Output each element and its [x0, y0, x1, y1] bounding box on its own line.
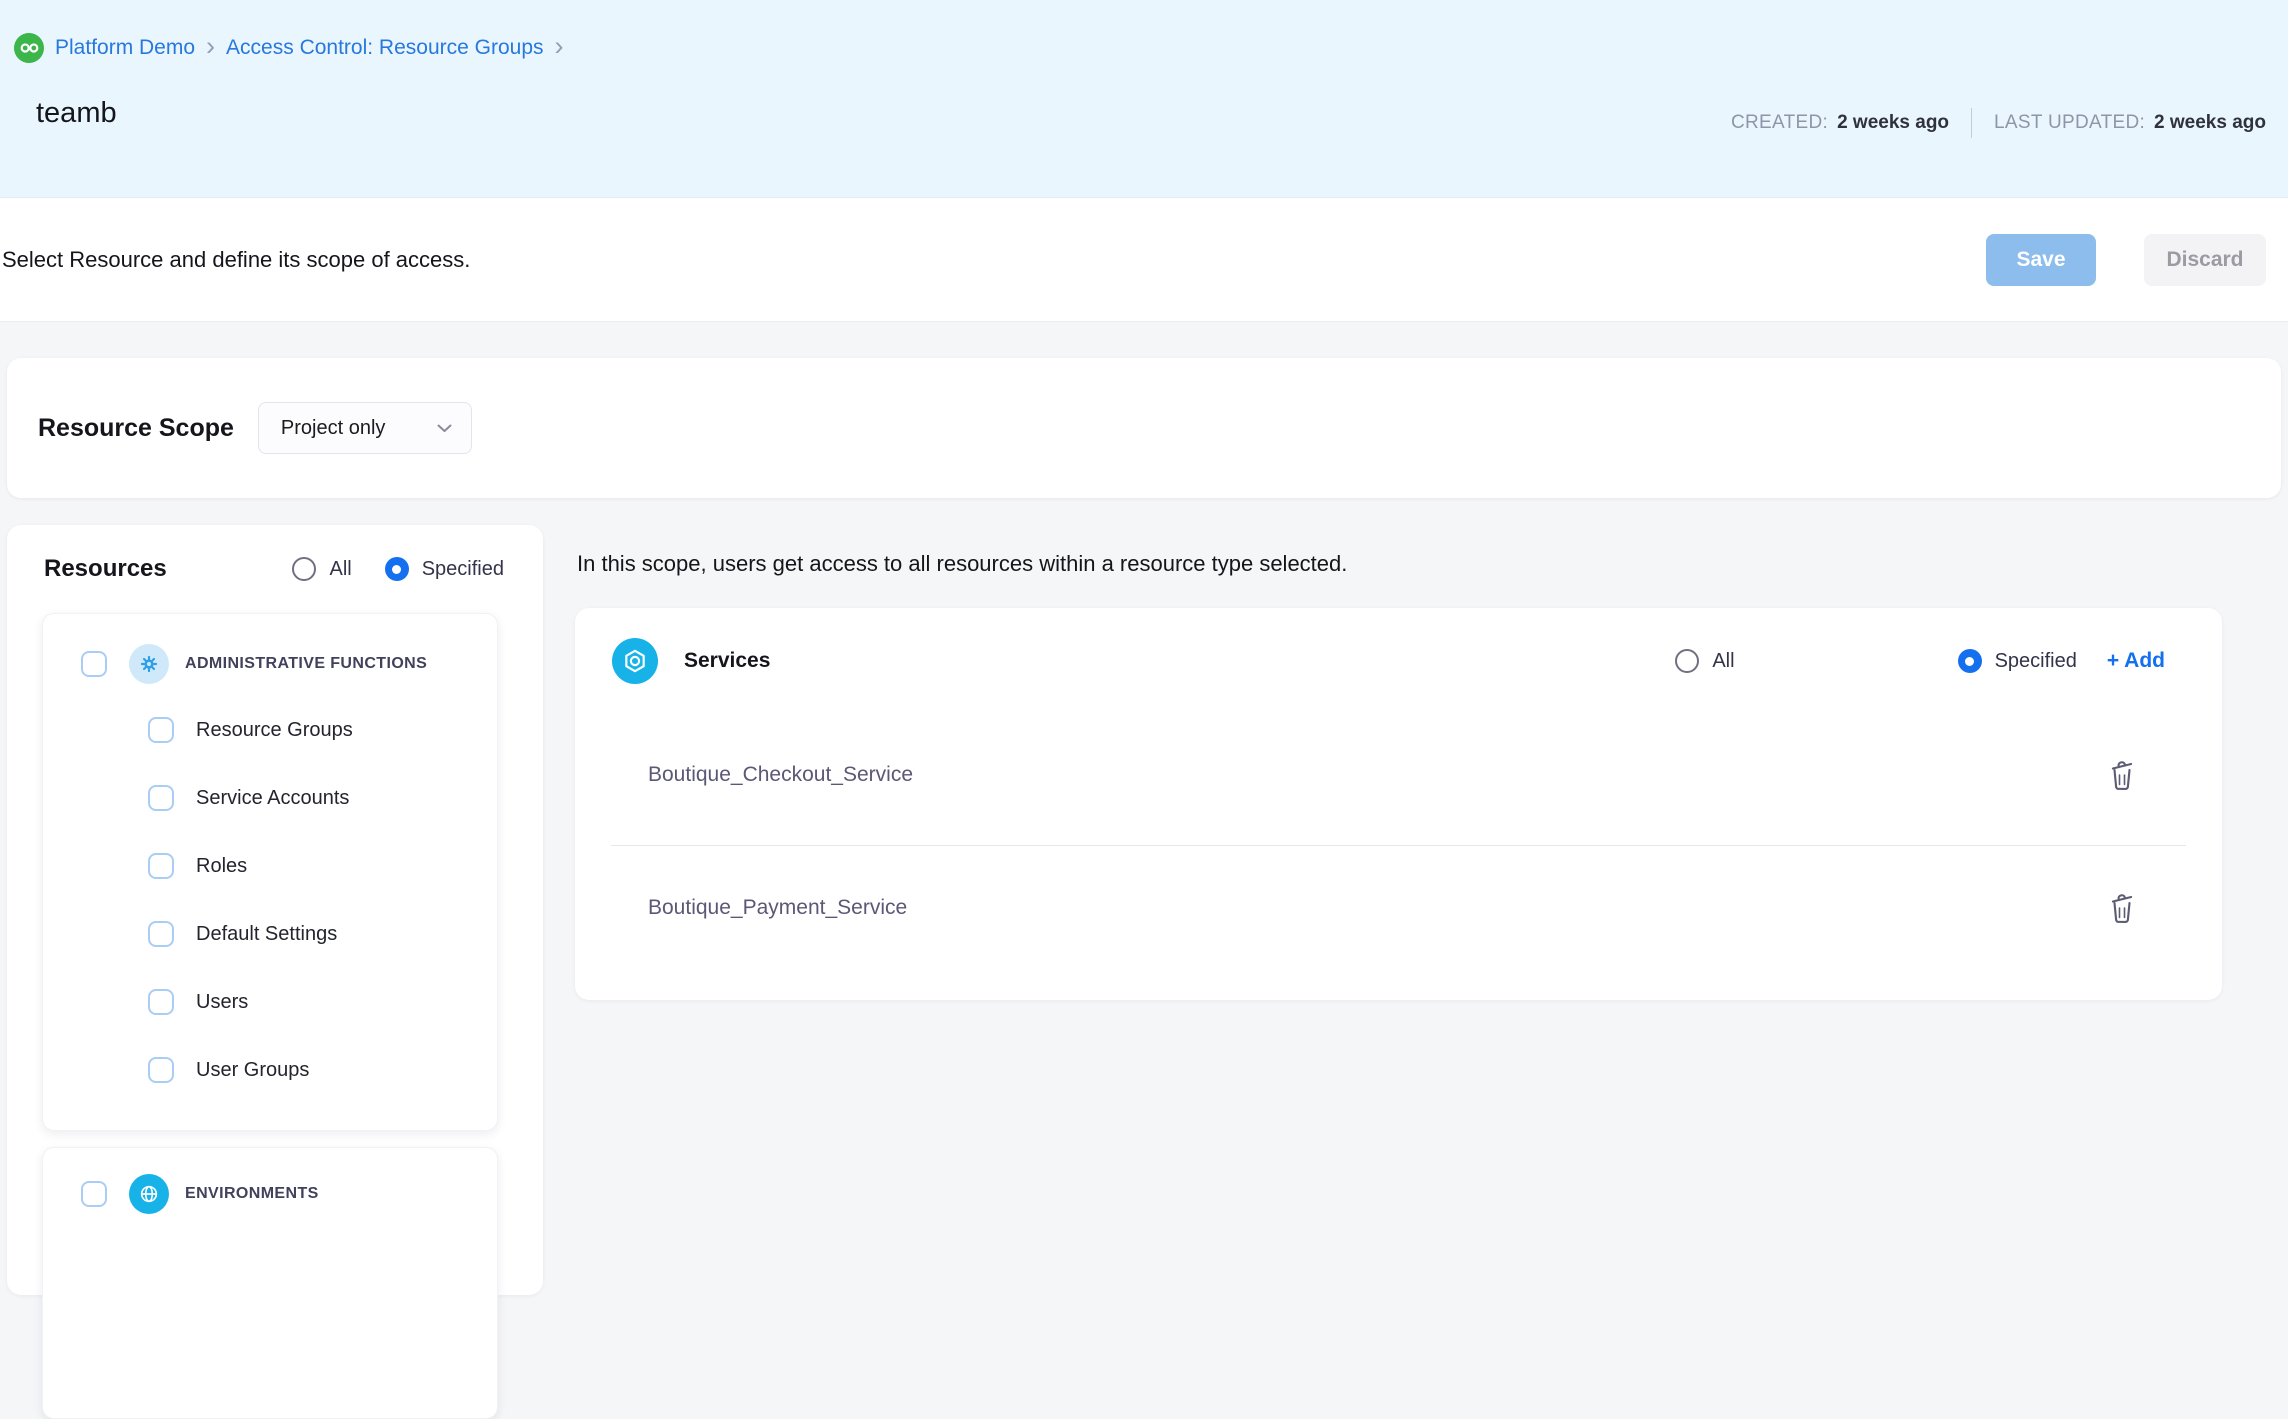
- resources-panel: Resources All Specified ADMINISTRATIV: [7, 525, 543, 1295]
- services-card-header: Services All Specified + Add: [575, 608, 2222, 684]
- resource-scope-label: Resource Scope: [38, 414, 234, 443]
- services-list: Boutique_Checkout_Service Boutique_Payme…: [575, 704, 2222, 970]
- page-title: teamb: [36, 97, 117, 130]
- resource-item-label: Default Settings: [196, 923, 337, 946]
- scope-note: In this scope, users get access to all r…: [577, 551, 1347, 577]
- meta-divider: [1971, 108, 1972, 138]
- services-all-label: All: [1712, 650, 1734, 673]
- service-name: Boutique_Checkout_Service: [648, 763, 913, 787]
- resource-item-resource-groups: Resource Groups: [43, 696, 497, 764]
- created-label: CREATED:: [1731, 112, 1828, 134]
- resource-item-user-groups: User Groups: [43, 1036, 497, 1104]
- chevron-down-icon: [437, 424, 452, 433]
- checkbox-user-groups[interactable]: [148, 1057, 174, 1083]
- checkbox-roles[interactable]: [148, 853, 174, 879]
- page-header: Platform Demo › Access Control: Resource…: [0, 0, 2288, 198]
- resource-item-label: User Groups: [196, 1059, 309, 1082]
- breadcrumb: Platform Demo › Access Control: Resource…: [14, 33, 564, 63]
- delete-service-button[interactable]: [2107, 891, 2137, 925]
- radio-on-icon: [385, 557, 409, 581]
- gear-icon: [129, 644, 169, 684]
- resources-all-radio[interactable]: All: [292, 557, 351, 581]
- delete-service-button[interactable]: [2107, 758, 2137, 792]
- resource-item-label: Users: [196, 991, 248, 1014]
- created-value: 2 weeks ago: [1837, 112, 1949, 134]
- checkbox-administrative-functions[interactable]: [81, 651, 107, 677]
- radio-off-icon: [292, 557, 316, 581]
- group-row-administrative-functions: ADMINISTRATIVE FUNCTIONS: [43, 632, 497, 696]
- checkbox-default-settings[interactable]: [148, 921, 174, 947]
- group-row-environments: ENVIRONMENTS: [43, 1162, 497, 1226]
- toolbar-description: Select Resource and define its scope of …: [2, 247, 470, 273]
- header-meta: CREATED: 2 weeks ago LAST UPDATED: 2 wee…: [1731, 108, 2266, 138]
- resource-scope-dropdown-value: Project only: [281, 417, 386, 440]
- discard-button[interactable]: Discard: [2144, 234, 2266, 286]
- save-button[interactable]: Save: [1986, 234, 2096, 286]
- created-meta: CREATED: 2 weeks ago: [1731, 112, 1949, 134]
- services-card: Services All Specified + Add Boutique_Ch…: [575, 608, 2222, 1000]
- resource-item-users: Users: [43, 968, 497, 1036]
- resources-specified-label: Specified: [422, 558, 504, 581]
- service-row-boutique-payment: Boutique_Payment_Service: [575, 846, 2222, 970]
- resource-item-service-accounts: Service Accounts: [43, 764, 497, 832]
- breadcrumb-item-platform-demo[interactable]: Platform Demo: [55, 36, 195, 60]
- add-service-button[interactable]: + Add: [2107, 649, 2165, 673]
- last-updated-value: 2 weeks ago: [2154, 112, 2266, 134]
- breadcrumb-separator-icon: ›: [206, 33, 215, 60]
- action-toolbar: Select Resource and define its scope of …: [0, 198, 2288, 322]
- service-name: Boutique_Payment_Service: [648, 896, 907, 920]
- services-title: Services: [684, 649, 770, 673]
- checkbox-service-accounts[interactable]: [148, 785, 174, 811]
- group-label: ENVIRONMENTS: [185, 1185, 319, 1203]
- checkbox-environments[interactable]: [81, 1181, 107, 1207]
- resource-item-default-settings: Default Settings: [43, 900, 497, 968]
- services-specified-radio[interactable]: Specified: [1958, 649, 2077, 673]
- globe-icon: [129, 1174, 169, 1214]
- resource-group-environments: ENVIRONMENTS: [42, 1147, 498, 1419]
- resource-scope-card: Resource Scope Project only: [7, 358, 2281, 498]
- resource-scope-dropdown[interactable]: Project only: [258, 402, 472, 454]
- resource-item-label: Roles: [196, 855, 247, 878]
- last-updated-label: LAST UPDATED:: [1994, 112, 2145, 134]
- resources-all-label: All: [329, 558, 351, 581]
- services-hex-nut-icon: [612, 638, 658, 684]
- resource-item-label: Resource Groups: [196, 719, 353, 742]
- resource-group-administrative-functions: ADMINISTRATIVE FUNCTIONS Resource Groups…: [42, 613, 498, 1131]
- group-label: ADMINISTRATIVE FUNCTIONS: [185, 655, 427, 673]
- resources-title: Resources: [44, 555, 167, 583]
- platform-infinity-icon: [14, 33, 44, 63]
- radio-off-icon: [1675, 649, 1699, 673]
- breadcrumb-item-resource-groups[interactable]: Access Control: Resource Groups: [226, 36, 543, 60]
- breadcrumb-separator-icon: ›: [555, 33, 564, 60]
- checkbox-users[interactable]: [148, 989, 174, 1015]
- last-updated-meta: LAST UPDATED: 2 weeks ago: [1994, 112, 2266, 134]
- resource-item-label: Service Accounts: [196, 787, 349, 810]
- services-all-radio[interactable]: All: [1675, 649, 1734, 673]
- radio-on-icon: [1958, 649, 1982, 673]
- resource-item-roles: Roles: [43, 832, 497, 900]
- services-specified-label: Specified: [1995, 650, 2077, 673]
- service-row-boutique-checkout: Boutique_Checkout_Service: [575, 704, 2222, 845]
- resources-panel-header: Resources All Specified: [7, 525, 543, 613]
- resources-specified-radio[interactable]: Specified: [385, 557, 504, 581]
- checkbox-resource-groups[interactable]: [148, 717, 174, 743]
